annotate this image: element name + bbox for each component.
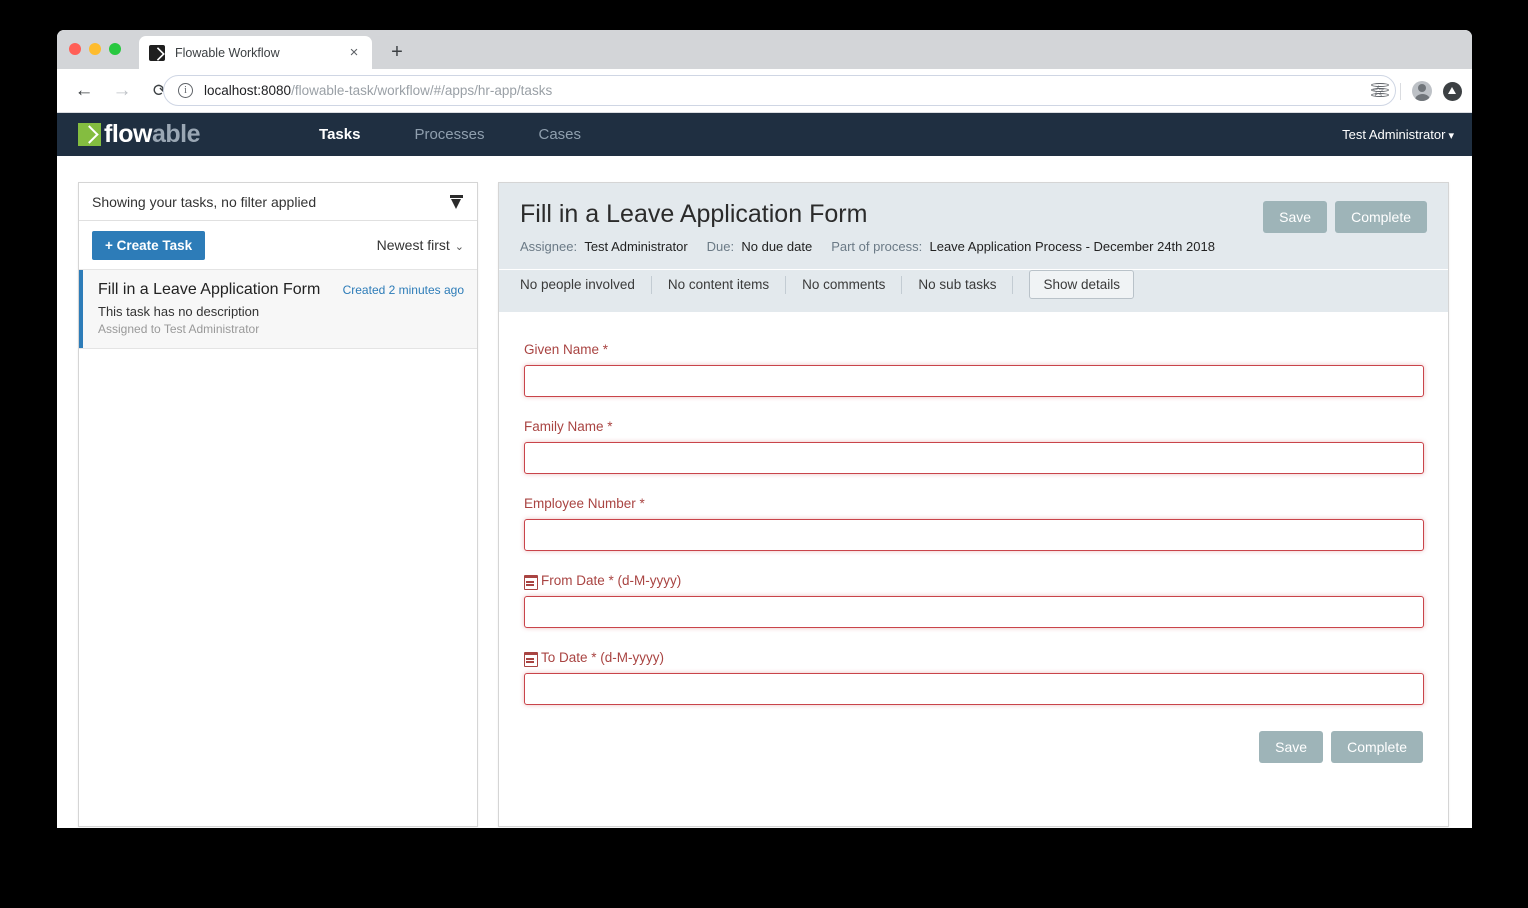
due-value: No due date [741,238,813,254]
task-sort-dropdown[interactable]: Newest first ⌄ [377,237,464,253]
given-name-label: Given Name * [524,342,609,358]
app-navbar: flowable Tasks Processes Cases Test Admi… [57,113,1472,156]
task-list-item[interactable]: Fill in a Leave Application Form Created… [79,269,477,349]
task-detail-tabs: No people involved No content items No c… [499,270,1448,313]
due-label: Due: [706,238,735,254]
site-info-icon[interactable]: i [178,83,193,98]
create-task-button[interactable]: + Create Task [92,230,206,260]
brand-first: flow [104,120,153,148]
profile-avatar-icon[interactable] [1412,81,1432,101]
minimize-window-button[interactable] [89,43,101,55]
nav-item-cases[interactable]: Cases [511,113,608,156]
window-controls [69,43,121,55]
tab-people-involved[interactable]: No people involved [520,275,652,294]
complete-button-bottom[interactable]: Complete [1331,731,1423,764]
form-actions: Save Complete [524,727,1423,764]
flowable-mark-icon [78,123,101,146]
browser-tab-title: Flowable Workflow [175,45,280,60]
task-item-created: Created 2 minutes ago [342,283,464,297]
task-list-actions: + Create Task Newest first ⌄ [79,221,477,269]
user-menu-label: Test Administrator [1342,127,1446,142]
flowable-favicon-icon [149,44,165,61]
to-date-label-text: To Date * (d-M-yyyy) [541,650,665,666]
app-nav-links: Tasks Processes Cases [292,113,608,156]
browser-toolbar: ← → ⟳ i localhost:8080/flowable-task/wor… [57,69,1472,113]
task-detail-header: Fill in a Leave Application Form Assigne… [499,183,1448,271]
family-name-input[interactable] [524,442,1424,475]
chevron-down-icon: ▾ [1448,130,1454,142]
employee-number-input[interactable] [524,519,1424,552]
forward-button[interactable]: → [107,76,137,106]
task-meta: Assignee: Test Administrator Due: No due … [520,238,1260,257]
show-details-button[interactable]: Show details [1029,270,1135,300]
toolbar-divider [1400,82,1401,100]
tab-comments[interactable]: No comments [786,275,903,294]
chevron-down-icon: ⌄ [454,241,464,253]
task-filter-row[interactable]: Showing your tasks, no filter applied [79,183,477,221]
complete-button-top[interactable]: Complete [1335,201,1427,233]
address-bar[interactable]: i localhost:8080/flowable-task/workflow/… [163,75,1396,106]
task-sort-label: Newest first [376,237,450,253]
calendar-icon [524,574,538,591]
tab-content-items[interactable]: No content items [652,275,787,294]
close-window-button[interactable] [69,43,81,55]
employee-number-label: Employee Number * [524,496,645,512]
task-item-assignee: Assigned to Test Administrator [98,322,260,336]
from-date-label: From Date * (d-M-yyyy) [524,573,1423,591]
maximize-window-button[interactable] [109,43,121,55]
brand-second: able [152,120,201,148]
nav-item-processes[interactable]: Processes [387,113,511,156]
task-item-description: This task has no description [98,304,260,319]
process-value: Leave Application Process - December 24t… [929,238,1215,254]
calendar-icon [524,651,538,668]
database-extension-icon[interactable] [1371,82,1389,100]
back-button[interactable]: ← [69,76,99,106]
browser-window: Flowable Workflow × + ← → ⟳ i localhost:… [57,30,1472,828]
leave-application-form: Given Name * Family Name * Employee Numb… [499,312,1448,784]
browser-tab-strip: Flowable Workflow × + [57,30,1472,69]
flowable-logo[interactable]: flowable [78,113,201,156]
close-tab-icon[interactable]: × [346,45,362,61]
url-path: /flowable-task/workflow/#/apps/hr-app/ta… [291,83,553,98]
given-name-input[interactable] [524,365,1424,398]
form-group-family-name: Family Name * [524,419,1424,475]
flowable-wordmark: flowable [104,120,201,149]
new-tab-button[interactable]: + [384,40,410,66]
tab-sub-tasks[interactable]: No sub tasks [902,275,1014,294]
task-detail-panel: Fill in a Leave Application Form Assigne… [498,182,1449,827]
flowable-app: flowable Tasks Processes Cases Test Admi… [57,113,1472,828]
save-button-bottom[interactable]: Save [1259,731,1324,764]
task-list-panel: Showing your tasks, no filter applied + … [78,182,478,827]
task-filter-label: Showing your tasks, no filter applied [92,193,317,210]
url-host: localhost:8080 [204,83,292,98]
family-name-label: Family Name * [524,419,613,435]
filter-icon[interactable] [449,194,464,209]
form-group-employee-number: Employee Number * [524,496,1424,552]
assignee-value: Test Administrator [584,238,688,254]
form-group-to-date: To Date * (d-M-yyyy) [524,650,1424,706]
address-bar-url: localhost:8080/flowable-task/workflow/#/… [204,83,552,98]
task-item-title: Fill in a Leave Application Form [98,281,321,298]
assignee-label: Assignee: [520,238,578,254]
browser-tab[interactable]: Flowable Workflow × [139,36,372,69]
task-detail-actions: Save Complete [1263,201,1427,233]
form-group-from-date: From Date * (d-M-yyyy) [524,573,1424,629]
update-menu-icon[interactable] [1443,81,1462,101]
user-menu[interactable]: Test Administrator ▾ [1342,113,1454,156]
browser-toolbar-actions [1371,69,1462,113]
to-date-label: To Date * (d-M-yyyy) [524,650,1423,668]
save-button-top[interactable]: Save [1263,201,1328,233]
task-item-header: Fill in a Leave Application Form Created… [98,281,464,299]
process-label: Part of process: [831,238,923,254]
to-date-input[interactable] [524,673,1424,706]
nav-item-tasks[interactable]: Tasks [292,113,387,156]
app-content: Showing your tasks, no filter applied + … [57,156,1472,828]
from-date-label-text: From Date * (d-M-yyyy) [541,573,682,589]
from-date-input[interactable] [524,596,1424,629]
form-group-given-name: Given Name * [524,342,1424,398]
